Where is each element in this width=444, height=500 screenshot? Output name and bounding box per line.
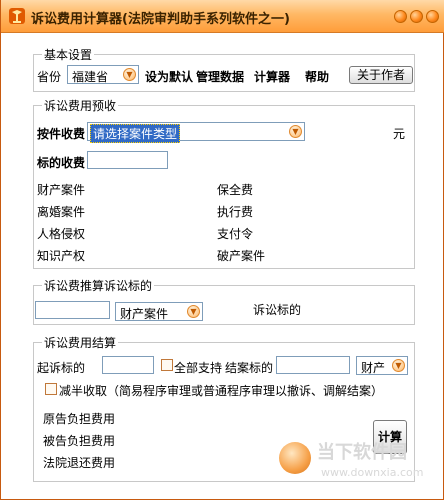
fee-item-payment-order: 支付令	[217, 227, 254, 241]
close-button[interactable]	[426, 10, 439, 23]
target-result-label: 诉讼标的	[253, 303, 302, 317]
fee-item-personality: 人格侵权	[37, 227, 86, 241]
window-title: 诉讼费用计算器(法院审判助手系列软件之一)	[31, 12, 290, 27]
court-refund-label: 法院退还费用	[43, 456, 116, 470]
case-type-select[interactable]: 请选择案件类型 ▼	[87, 122, 305, 143]
calculator-link[interactable]: 计算器	[254, 68, 290, 85]
half-fee-label: 减半收取（简易程序审理或普通程序审理以撤诉、调解结案）	[59, 384, 384, 398]
reverse-case-type-select[interactable]: 财产案件 ▼	[115, 302, 203, 321]
amount-fee-label: 标的收费	[37, 156, 86, 170]
fee-item-property: 财产案件	[37, 183, 86, 197]
app-window: 诉讼费用计算器(法院审判助手系列软件之一) 基本设置 省份 福建省 ▼ 设为默认…	[0, 0, 444, 500]
fee-input[interactable]	[35, 301, 110, 319]
app-logo-icon	[8, 7, 26, 25]
minimize-button[interactable]	[394, 10, 407, 23]
settle-amount-input[interactable]	[276, 356, 350, 374]
chevron-down-icon: ▼	[392, 359, 405, 372]
chevron-down-icon: ▼	[187, 305, 200, 318]
prepay-legend: 诉讼费用预收	[44, 99, 117, 113]
unit-label: 元	[393, 127, 406, 141]
settle-amount-label: 结案标的	[225, 361, 274, 375]
half-fee-checkbox[interactable]	[45, 383, 57, 395]
watermark-text: 当下软件园	[317, 442, 407, 463]
maximize-button[interactable]	[410, 10, 423, 23]
set-default-link[interactable]: 设为默认	[145, 68, 193, 85]
title-bar[interactable]: 诉讼费用计算器(法院审判助手系列软件之一)	[1, 0, 444, 33]
all-support-label: 全部支持	[174, 361, 223, 375]
watermark-url: www.downxia.com	[321, 466, 424, 479]
watermark-logo-icon	[279, 442, 311, 474]
main-panel: 基本设置 省份 福建省 ▼ 设为默认 管理数据 计算器 帮助 关于作者 诉讼费用…	[25, 38, 421, 494]
case-fee-label: 按件收费	[37, 127, 86, 141]
province-value: 福建省	[72, 70, 109, 84]
settle-case-type-select[interactable]: 财产 ▼	[356, 356, 408, 375]
settle-legend: 诉讼费用结算	[44, 336, 117, 350]
reverse-case-type-value: 财产案件	[120, 307, 169, 321]
reverse-legend: 诉讼费推算诉讼标的	[44, 279, 153, 293]
fee-item-bankruptcy: 破产案件	[217, 249, 266, 263]
fee-item-ip: 知识产权	[37, 249, 86, 263]
plaintiff-fee-label: 原告负担费用	[43, 412, 116, 426]
settle-case-type-value: 财产	[361, 361, 386, 375]
basic-settings-legend: 基本设置	[44, 48, 93, 62]
all-support-checkbox[interactable]	[161, 359, 173, 371]
chevron-down-icon: ▼	[289, 125, 302, 138]
about-author-button[interactable]: 关于作者	[349, 66, 413, 84]
claim-amount-label: 起诉标的	[37, 361, 86, 375]
province-select[interactable]: 福建省 ▼	[67, 65, 139, 84]
help-link[interactable]: 帮助	[305, 68, 329, 85]
manage-data-link[interactable]: 管理数据	[196, 68, 244, 85]
chevron-down-icon: ▼	[123, 68, 136, 81]
fee-item-preservation: 保全费	[217, 183, 254, 197]
fee-item-divorce: 离婚案件	[37, 205, 86, 219]
province-label: 省份	[37, 70, 62, 84]
fee-item-execution: 执行费	[217, 205, 254, 219]
amount-input[interactable]	[87, 151, 168, 169]
case-type-value: 请选择案件类型	[90, 124, 181, 143]
defendant-fee-label: 被告负担费用	[43, 434, 116, 448]
claim-amount-input[interactable]	[102, 356, 154, 374]
